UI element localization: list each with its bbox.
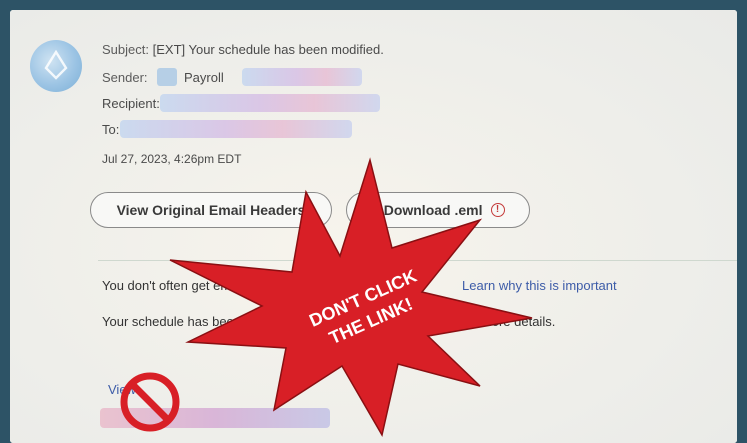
screenshot-frame: Subject: [EXT] Your schedule has been mo… (0, 0, 747, 443)
no-sign-icon (120, 372, 180, 432)
email-card: Subject: [EXT] Your schedule has been mo… (10, 10, 737, 443)
